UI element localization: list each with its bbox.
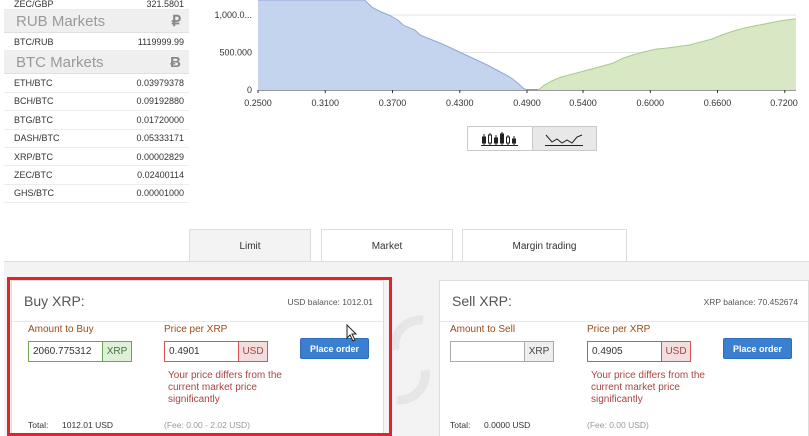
x-tick-label: 0.4900 [513, 98, 541, 108]
market-price: 0.01720000 [136, 114, 184, 125]
market-price: 0.05333171 [136, 133, 184, 144]
sell-amount-value[interactable] [450, 341, 525, 362]
sell-amount-unit: XRP [525, 341, 554, 362]
tab-limit-label: Limit [239, 240, 261, 252]
candlestick-icon [480, 131, 518, 146]
rub-symbol-icon: ₽ [171, 13, 181, 30]
buy-title: Buy XRP: [24, 293, 85, 309]
sell-price-warning: Your price differs from the current mark… [591, 370, 705, 405]
depth-view-button[interactable] [531, 127, 596, 150]
buy-total-label: Total: [28, 420, 49, 430]
market-pair: ZEC/BTC [14, 170, 53, 181]
sell-fee: (Fee: 0.00 USD) [587, 420, 649, 430]
buy-price-warning: Your price differs from the current mark… [168, 370, 282, 405]
markets-panel: ZEC/GBP 321.5801 RUB Markets ₽ BTC/RUB 11… [4, 0, 189, 204]
btc-symbol-icon: Ƀ [170, 53, 181, 71]
sell-price-input[interactable]: 0.4905 USD [587, 341, 691, 362]
rub-markets-label: RUB Markets [16, 12, 106, 30]
x-tick-label: 0.6000 [637, 98, 665, 108]
market-price: 0.00001000 [136, 188, 184, 199]
xrp-balance: XRP balance: 70.452674 [703, 297, 798, 307]
sell-title: Sell XRP: [452, 293, 512, 309]
y-tick-label: 500.000 [219, 48, 252, 58]
sell-total-label: Total: [450, 420, 471, 430]
market-pair: BCH/BTC [14, 96, 54, 107]
sell-price-value[interactable]: 0.4905 [587, 341, 662, 362]
market-pair: BTC/RUB [14, 36, 54, 47]
buy-price-label: Price per XRP [164, 324, 228, 335]
buy-total-value: 1012.01 USD [62, 420, 114, 430]
btc-markets-header[interactable]: BTC Markets Ƀ [4, 51, 189, 75]
tab-market-label: Market [371, 240, 403, 252]
sell-form: Sell XRP: XRP balance: 70.452674 Amount … [439, 280, 809, 436]
market-pair: DASH/BTC [14, 133, 60, 144]
rub-markets-header[interactable]: RUB Markets ₽ [4, 10, 189, 33]
market-price: 321.5801 [146, 0, 184, 9]
mouse-cursor-icon [346, 324, 358, 342]
buy-fee: (Fee: 0.00 - 2.02 USD) [164, 420, 250, 430]
x-tick-label: 0.7200 [770, 98, 798, 108]
market-row[interactable]: ETH/BTC 0.03979378 [4, 74, 189, 93]
x-tick-label: 0.5400 [569, 98, 597, 108]
market-pair: BTG/BTC [14, 114, 54, 125]
btc-markets-label: BTC Markets [16, 53, 104, 71]
divider [440, 321, 808, 322]
amount-to-sell-label: Amount to Sell [450, 324, 516, 335]
depth-chart-icon [545, 134, 584, 146]
buy-amount-unit: XRP [103, 341, 132, 362]
tab-margin-trading-label: Margin trading [512, 240, 577, 252]
market-price: 1119999.99 [137, 36, 184, 47]
divider [12, 321, 383, 322]
y-tick-label: 0 [247, 85, 252, 95]
depth-chart[interactable]: 0 500.000 1,000.0... 0.2500 0.3100 0.3700 0.43… [200, 0, 809, 115]
market-row[interactable]: BTG/BTC 0.01720000 [4, 111, 189, 130]
x-tick-label: 0.3700 [379, 98, 407, 108]
x-tick-label: 0.3100 [311, 98, 339, 108]
market-price: 0.03979378 [136, 78, 184, 89]
asks-area [538, 18, 796, 90]
x-tick-label: 0.2500 [244, 98, 272, 108]
chart-type-toggle [467, 126, 597, 151]
market-row[interactable]: DASH/BTC 0.05333171 [4, 130, 189, 148]
buy-price-value[interactable]: 0.4901 [164, 341, 239, 362]
sell-place-order-button[interactable]: Place order [723, 338, 792, 359]
market-price: 0.09192880 [136, 96, 184, 107]
amount-to-buy-label: Amount to Buy [28, 324, 94, 335]
tab-margin-trading[interactable]: Margin trading [462, 229, 627, 262]
x-tick-label: 0.6600 [704, 98, 732, 108]
market-row[interactable]: GHS/BTC 0.00001000 [4, 185, 189, 204]
buy-amount-input[interactable]: 2060.775312 XRP [28, 341, 132, 362]
buy-price-input[interactable]: 0.4901 USD [164, 341, 268, 362]
tab-market[interactable]: Market [321, 229, 453, 262]
market-pair: XRP/BTC [14, 151, 54, 162]
buy-price-unit: USD [239, 341, 268, 362]
market-row-top[interactable]: ZEC/GBP 321.5801 [4, 0, 189, 10]
x-tick-label: 0.4300 [446, 98, 474, 108]
market-price: 0.00002829 [136, 151, 184, 162]
trading-page: ZEC/GBP 321.5801 RUB Markets ₽ BTC/RUB 11… [0, 0, 809, 436]
candlestick-view-button[interactable] [468, 127, 532, 150]
market-price: 0.02400114 [137, 170, 184, 181]
buy-amount-value[interactable]: 2060.775312 [28, 341, 103, 362]
btc-markets-list: ETH/BTC 0.03979378 BCH/BTC 0.09192880 BTG/BT… [4, 74, 189, 204]
sell-amount-input[interactable]: XRP [450, 341, 554, 362]
market-row[interactable]: ZEC/BTC 0.02400114 [4, 166, 189, 185]
bids-area [258, 0, 527, 90]
buy-form: Buy XRP: USD balance: 1012.01 Amount to … [11, 280, 384, 436]
rub-markets-list: BTC/RUB 1119999.99 [4, 33, 189, 52]
sell-price-label: Price per XRP [587, 324, 651, 335]
tab-limit[interactable]: Limit [189, 229, 311, 262]
swap-arrows-icon [390, 315, 430, 405]
market-row[interactable]: BTC/RUB 1119999.99 [4, 33, 189, 52]
market-row[interactable]: XRP/BTC 0.00002829 [4, 148, 189, 167]
market-pair: GHS/BTC [14, 188, 55, 199]
buy-place-order-button[interactable]: Place order [300, 338, 369, 359]
market-row[interactable]: BCH/BTC 0.09192880 [4, 93, 189, 112]
y-tick-label: 1,000.0... [214, 10, 252, 20]
sell-price-unit: USD [662, 341, 691, 362]
market-pair: ZEC/GBP [14, 0, 54, 9]
sell-total-value: 0.0000 USD [484, 420, 531, 430]
market-pair: ETH/BTC [14, 78, 53, 89]
usd-balance: USD balance: 1012.01 [287, 297, 373, 307]
